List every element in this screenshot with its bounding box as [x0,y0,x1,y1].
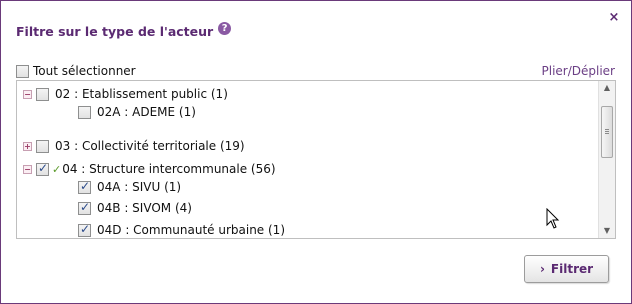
tree-node-04: − ✓ 04 : Structure intercommunale (56) [23,160,276,178]
tree-checkbox-04a[interactable] [78,179,91,194]
tree-checkbox-02[interactable] [36,87,49,101]
tree-label-04d[interactable]: 04D : Communauté urbaine (1) [97,223,285,237]
actor-type-tree: − 02 : Etablissement public (1) 02A : AD… [16,80,616,239]
scroll-up-icon[interactable]: ▲ [599,81,615,95]
close-icon[interactable]: × [607,11,621,25]
tree-label-02a[interactable]: 02A : ADEME (1) [97,105,196,119]
mouse-pointer-icon [546,208,560,229]
tree-node-04d: 04D : Communauté urbaine (1) [78,221,285,238]
expand-toggle-icon[interactable]: + [23,141,32,151]
dialog-title: Filtre sur le type de l'acteur ? [16,22,232,39]
tree-checkbox-03[interactable] [36,139,49,153]
tree-label-02[interactable]: 02 : Etablissement public (1) [55,87,228,101]
tree-node-03: + 03 : Collectivité territoriale (19) [23,137,245,155]
tree-node-02a: 02A : ADEME (1) [78,103,196,121]
select-all-row[interactable]: Tout sélectionner [16,64,136,78]
tree-node-04a: 04A : SIVU (1) [78,178,181,196]
filter-button-label: Filtrer [550,262,594,276]
filter-button[interactable]: › Filtrer [524,255,609,283]
tree-checkbox-04b[interactable] [78,200,91,215]
tree-label-03[interactable]: 03 : Collectivité territoriale (19) [55,139,245,153]
help-icon[interactable]: ? [218,22,232,35]
scroll-down-icon[interactable]: ▼ [599,224,615,238]
tree-label-04a[interactable]: 04A : SIVU (1) [97,180,181,194]
scrollbar-thumb[interactable] [601,106,613,158]
tree-scrollbar[interactable]: ▲ ▼ [598,81,615,238]
tree-node-04b: 04B : SIVOM (4) [78,199,192,217]
select-all-label[interactable]: Tout sélectionner [33,64,136,78]
collapse-toggle-icon[interactable]: − [23,164,32,174]
tree-checkbox-04[interactable] [36,161,49,176]
partial-check-icon: ✓ [52,162,62,176]
tree-node-02: − 02 : Etablissement public (1) [23,85,228,103]
collapse-toggle-icon[interactable]: − [23,89,32,99]
fold-unfold-link[interactable]: Plier/Déplier [542,64,616,78]
dialog-title-text: Filtre sur le type de l'acteur [16,24,214,39]
tree-checkbox-02a[interactable] [78,105,91,119]
tree-label-04[interactable]: 04 : Structure intercommunale (56) [62,162,275,176]
tree-checkbox-04d[interactable] [78,222,91,237]
select-all-checkbox[interactable] [16,64,29,78]
tree-label-04b[interactable]: 04B : SIVOM (4) [97,201,192,215]
filter-dialog: × Filtre sur le type de l'acteur ? Tout … [0,0,632,304]
chevron-right-icon: › [539,262,545,276]
